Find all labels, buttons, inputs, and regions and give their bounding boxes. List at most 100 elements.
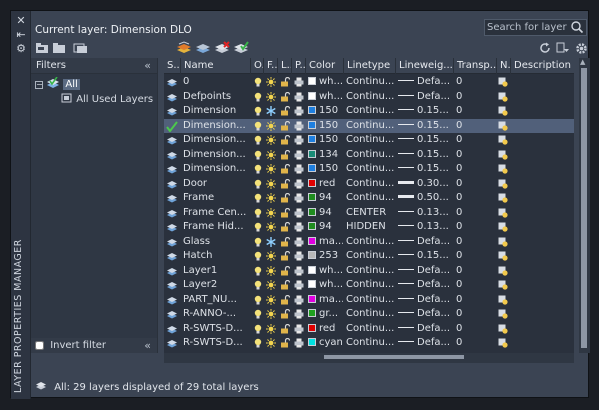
- layer-status-icon[interactable]: [166, 135, 178, 146]
- layer-color-cell[interactable]: red: [308, 322, 343, 337]
- layer-lock-cell[interactable]: [280, 323, 291, 334]
- layer-linetype-cell[interactable]: CENTER: [346, 206, 395, 221]
- sun-icon[interactable]: [266, 164, 276, 174]
- new-vp-freeze-icon[interactable]: [498, 309, 508, 319]
- printer-icon[interactable]: [294, 121, 304, 131]
- sun-icon[interactable]: [266, 207, 276, 218]
- layer-plot-cell[interactable]: [294, 77, 304, 87]
- layer-description-cell[interactable]: [513, 336, 573, 351]
- printer-icon[interactable]: [294, 193, 304, 203]
- layer-new-vp-freeze-cell[interactable]: [498, 324, 508, 334]
- layer-color-cell[interactable]: 150: [308, 119, 343, 134]
- printer-icon[interactable]: [294, 324, 304, 334]
- unlocked-icon[interactable]: [280, 323, 291, 334]
- layer-plot-cell[interactable]: [294, 251, 304, 261]
- layer-lock-cell[interactable]: [280, 105, 291, 116]
- layer-name[interactable]: Dimension...: [183, 119, 249, 134]
- layer-row[interactable]: Dimension 150 Continu... 0.15... 0: [164, 104, 574, 119]
- layer-linetype-cell[interactable]: Continu...: [346, 148, 395, 163]
- new-vp-freeze-icon[interactable]: [498, 164, 508, 174]
- lightbulb-icon[interactable]: [253, 135, 263, 145]
- printer-icon[interactable]: [294, 135, 304, 145]
- printer-icon[interactable]: [294, 237, 304, 247]
- unlocked-icon[interactable]: [280, 265, 291, 276]
- layer-linetype-cell[interactable]: Continu...: [346, 264, 395, 279]
- layer-name[interactable]: Door: [183, 177, 249, 192]
- new-vp-freeze-icon[interactable]: [498, 92, 508, 102]
- unlocked-icon[interactable]: [280, 91, 291, 102]
- layer-lineweight-cell[interactable]: Defa...: [398, 336, 453, 351]
- layer-name[interactable]: Layer2: [183, 278, 249, 293]
- lightbulb-icon[interactable]: [253, 324, 263, 334]
- layer-new-vp-freeze-cell[interactable]: [498, 237, 508, 247]
- layer-linetype-cell[interactable]: Continu...: [346, 90, 395, 105]
- printer-icon[interactable]: [294, 179, 304, 189]
- layer-new-vp-freeze-cell[interactable]: [498, 164, 508, 174]
- sun-icon[interactable]: [266, 265, 276, 276]
- layer-transparency-cell[interactable]: 0: [456, 133, 494, 148]
- new-layer-icon[interactable]: [176, 40, 192, 56]
- layer-plot-cell[interactable]: [294, 164, 304, 174]
- printer-icon[interactable]: [294, 251, 304, 261]
- layer-plot-cell[interactable]: [294, 222, 304, 232]
- printer-icon[interactable]: [294, 338, 304, 348]
- layer-color-cell[interactable]: gr...: [308, 307, 343, 322]
- layer-name[interactable]: R-SWTS-D...: [183, 336, 249, 351]
- layer-name[interactable]: Glass: [183, 235, 249, 250]
- sun-icon[interactable]: [266, 280, 276, 290]
- printer-icon[interactable]: [294, 106, 304, 116]
- current-layer-check-icon[interactable]: [166, 120, 178, 133]
- layer-freeze-cell[interactable]: [266, 149, 276, 160]
- layer-lineweight-cell[interactable]: Defa...: [398, 264, 453, 279]
- layer-transparency-cell[interactable]: 0: [456, 119, 494, 134]
- layer-plot-cell[interactable]: [294, 106, 304, 116]
- layer-row[interactable]: Defpoints wh... Continu... Defa... 0: [164, 90, 574, 105]
- sun-icon[interactable]: [266, 193, 276, 203]
- layer-new-vp-freeze-cell[interactable]: [498, 92, 508, 102]
- layer-status-icon[interactable]: [166, 324, 178, 335]
- layer-status-icon[interactable]: [166, 208, 178, 219]
- layer-color-cell[interactable]: ma...: [308, 293, 343, 308]
- col-color[interactable]: Color: [305, 58, 343, 74]
- new-vp-freeze-icon[interactable]: [498, 193, 508, 203]
- layer-freeze-cell[interactable]: [266, 106, 276, 116]
- layer-states-manager-icon[interactable]: [73, 40, 89, 56]
- layer-lock-cell[interactable]: [280, 207, 291, 218]
- palette-titlebar[interactable]: ✕ ⇤ ⚙ LAYER PROPERTIES MANAGER: [11, 11, 31, 399]
- layer-linetype-cell[interactable]: Continu...: [346, 322, 395, 337]
- printer-icon[interactable]: [294, 309, 304, 319]
- layer-description-cell[interactable]: [513, 162, 573, 177]
- sun-icon[interactable]: [266, 294, 276, 305]
- printer-icon[interactable]: [294, 280, 304, 290]
- layer-row[interactable]: R-SWTS-D... cyan Continu... Defa... 0: [164, 336, 574, 351]
- layer-lock-cell[interactable]: [280, 178, 291, 189]
- layer-lineweight-cell[interactable]: 0.13...: [398, 220, 453, 235]
- layer-on-cell[interactable]: [253, 222, 263, 232]
- layer-on-cell[interactable]: [253, 338, 263, 348]
- layer-linetype-cell[interactable]: Continu...: [346, 307, 395, 322]
- layer-plot-cell[interactable]: [294, 324, 304, 334]
- layer-lineweight-cell[interactable]: 0.50...: [398, 191, 453, 206]
- sun-icon[interactable]: [266, 91, 276, 102]
- vertical-scroll-thumb[interactable]: [581, 68, 587, 348]
- new-vp-freeze-icon[interactable]: [498, 179, 508, 189]
- layer-settings-icon[interactable]: [555, 40, 571, 56]
- layer-plot-cell[interactable]: [294, 92, 304, 102]
- layer-color-cell[interactable]: wh...: [308, 75, 343, 90]
- horizontal-scrollbar[interactable]: [164, 353, 574, 363]
- layer-lock-cell[interactable]: [280, 163, 291, 174]
- layer-transparency-cell[interactable]: 0: [456, 104, 494, 119]
- layer-on-cell[interactable]: [253, 164, 263, 174]
- search-input[interactable]: [487, 21, 571, 34]
- layer-transparency-cell[interactable]: 0: [456, 177, 494, 192]
- layer-row[interactable]: Layer2 wh... Continu... Defa... 0: [164, 278, 574, 293]
- col-transparency[interactable]: Transp...: [453, 58, 496, 74]
- layer-status-cell[interactable]: [166, 338, 180, 353]
- layer-on-cell[interactable]: [253, 208, 263, 218]
- layer-plot-cell[interactable]: [294, 237, 304, 247]
- layer-freeze-cell[interactable]: [266, 207, 276, 218]
- layer-transparency-cell[interactable]: 0: [456, 148, 494, 163]
- sun-icon[interactable]: [266, 338, 276, 348]
- layer-status-icon[interactable]: [166, 309, 178, 320]
- lightbulb-icon[interactable]: [253, 295, 263, 305]
